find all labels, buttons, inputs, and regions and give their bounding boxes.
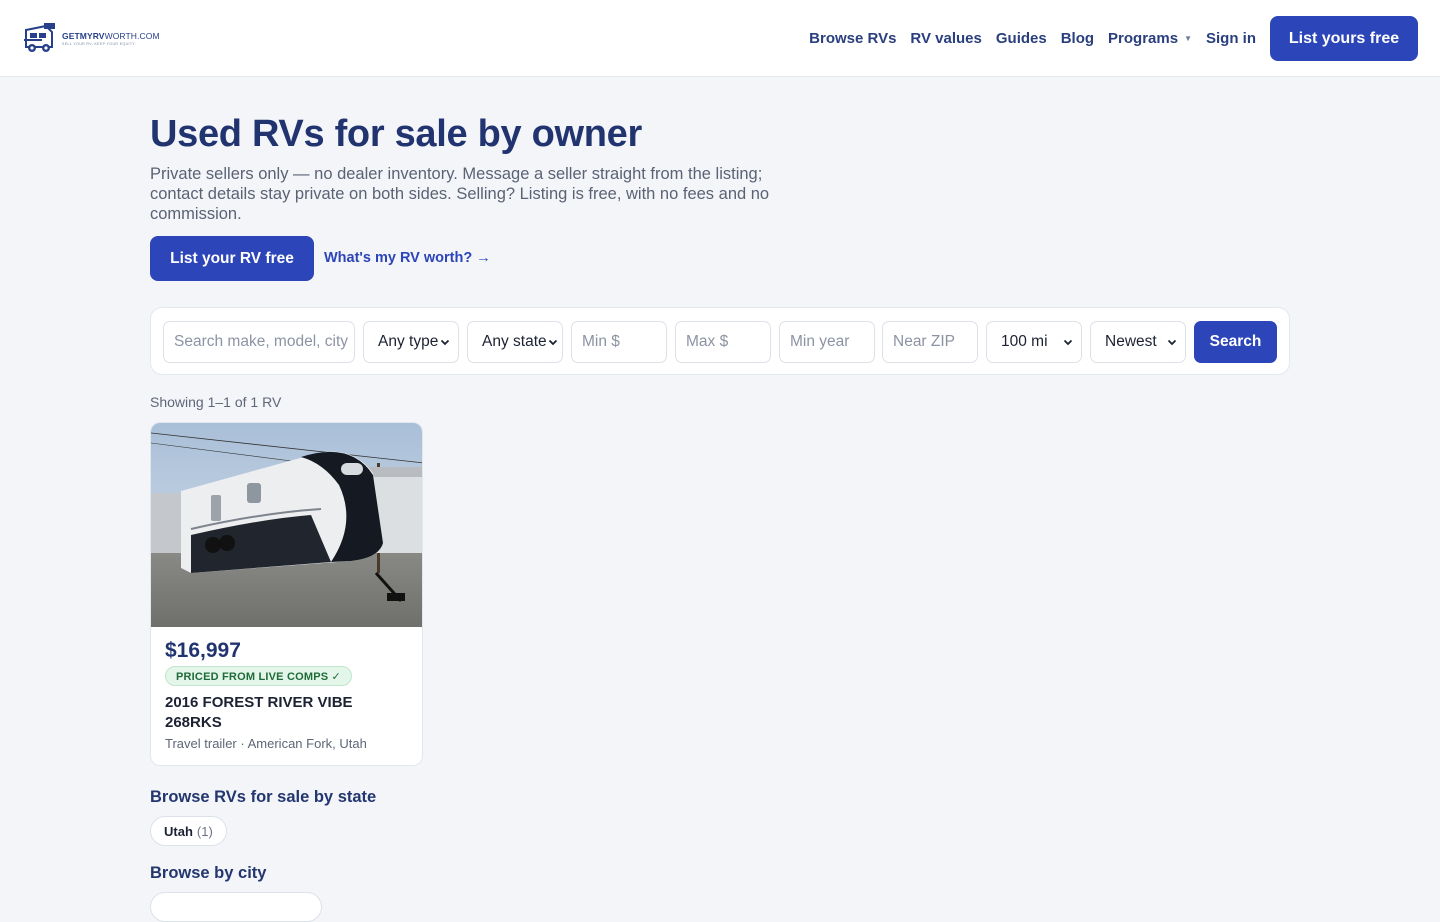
nav-programs[interactable]: Programs ▼ xyxy=(1108,30,1192,47)
site-logo[interactable]: GETMYRVWORTH.COM SELL YOUR RV. KEEP YOUR… xyxy=(22,20,160,56)
search-filter-bar: Search make, model, city Any type Any st… xyxy=(150,307,1290,375)
page-subtitle: Private sellers only — no dealer invento… xyxy=(150,165,770,223)
page-title: Used RVs for sale by owner xyxy=(150,113,643,155)
chevron-down-icon xyxy=(1167,339,1177,346)
main-nav: Browse RVs RV values Guides Blog Program… xyxy=(809,0,1256,77)
nav-blog[interactable]: Blog xyxy=(1061,30,1094,47)
radius-select[interactable]: 100 mi xyxy=(986,321,1082,363)
listing-meta: Travel trailer · American Fork, Utah xyxy=(165,736,367,751)
list-yours-free-button[interactable]: List yours free xyxy=(1270,16,1418,61)
logo-wordmark: GETMYRVWORTH.COM SELL YOUR RV. KEEP YOUR… xyxy=(62,31,160,46)
nav-browse-rvs[interactable]: Browse RVs xyxy=(809,30,896,47)
chevron-down-icon xyxy=(1063,339,1073,346)
chevron-down-icon xyxy=(440,339,450,346)
browse-by-state-heading: Browse RVs for sale by state xyxy=(150,788,377,806)
state-chip-name: Utah xyxy=(164,823,193,839)
results-count: Showing 1–1 of 1 RV xyxy=(150,394,282,410)
state-chip-count: (1) xyxy=(196,823,213,839)
whats-my-rv-worth-link[interactable]: What's my RV worth? → xyxy=(324,250,491,266)
listing-card[interactable]: $16,997 PRICED FROM LIVE COMPS ✓ 2016 FO… xyxy=(150,422,423,766)
sort-select[interactable]: Newest xyxy=(1090,321,1186,363)
list-your-rv-button[interactable]: List your RV free xyxy=(150,236,314,281)
state-chip-utah[interactable]: Utah (1) xyxy=(150,816,227,846)
meta-separator: · xyxy=(240,736,248,751)
state-select[interactable]: Any state xyxy=(467,321,563,363)
max-price-input[interactable]: Max $ xyxy=(675,321,771,363)
chevron-down-icon xyxy=(548,339,558,346)
nav-rv-values[interactable]: RV values xyxy=(910,30,981,47)
nav-programs-label: Programs xyxy=(1108,30,1179,47)
sort-select-value: Newest xyxy=(1105,333,1157,350)
listing-title[interactable]: 2016 FOREST RIVER VIBE 268RKS xyxy=(165,693,405,733)
min-year-input[interactable]: Min year xyxy=(779,321,875,363)
zip-input[interactable]: Near ZIP xyxy=(882,321,978,363)
min-price-input[interactable]: Min $ xyxy=(571,321,667,363)
logo-name: GETMYRVWORTH.COM xyxy=(62,30,160,41)
nav-guides[interactable]: Guides xyxy=(996,30,1047,47)
caret-down-icon: ▼ xyxy=(1184,34,1192,43)
search-input[interactable]: Search make, model, city xyxy=(163,321,355,363)
priced-from-comps-badge: PRICED FROM LIVE COMPS ✓ xyxy=(165,666,352,686)
logo-tagline: SELL YOUR RV. KEEP YOUR EQUITY. xyxy=(62,41,137,46)
listing-photo[interactable] xyxy=(151,423,423,627)
nav-sign-in[interactable]: Sign in xyxy=(1206,30,1256,47)
browse-by-city-heading: Browse by city xyxy=(150,864,267,882)
search-button[interactable]: Search xyxy=(1194,321,1277,363)
listing-location: American Fork, Utah xyxy=(247,736,367,751)
listing-type: Travel trailer xyxy=(165,736,237,751)
top-navbar: GETMYRVWORTH.COM SELL YOUR RV. KEEP YOUR… xyxy=(0,0,1440,77)
radius-select-value: 100 mi xyxy=(1001,333,1048,350)
type-select-value: Any type xyxy=(378,333,439,350)
rv-logo-icon xyxy=(24,23,55,52)
listing-price: $16,997 xyxy=(165,639,241,662)
type-select[interactable]: Any type xyxy=(363,321,459,363)
state-select-value: Any state xyxy=(482,333,547,350)
city-chip[interactable] xyxy=(150,892,322,922)
